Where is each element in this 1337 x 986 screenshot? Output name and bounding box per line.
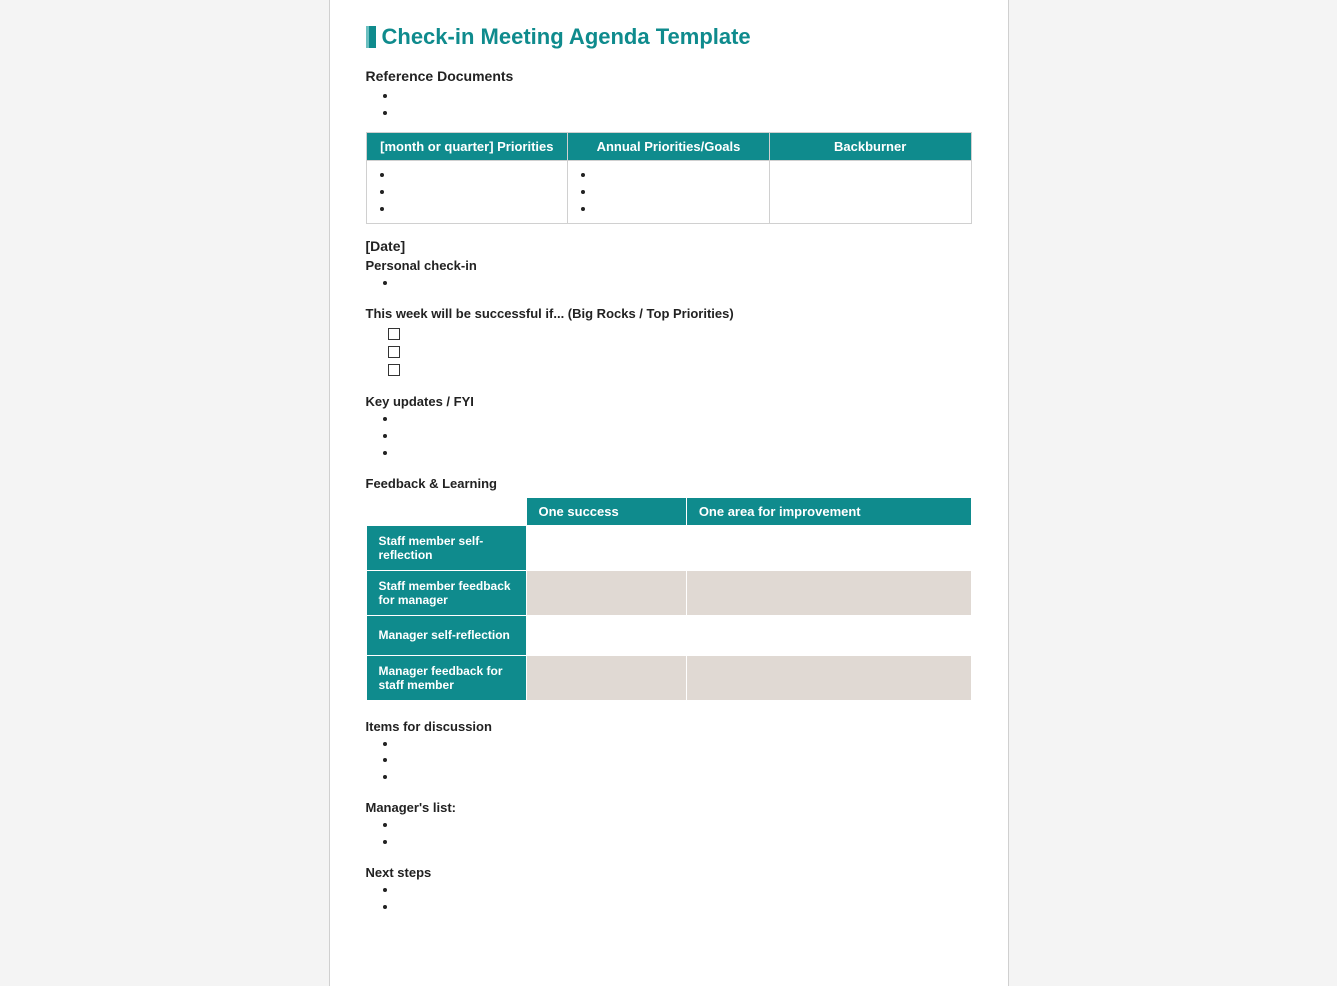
list-item xyxy=(398,769,972,786)
feedback-cell xyxy=(526,525,686,570)
section-personal-checkin: Personal check-in xyxy=(366,258,972,273)
feedback-table: One success One area for improvement Sta… xyxy=(366,497,972,701)
checkbox-item[interactable] xyxy=(388,362,972,380)
feedback-header-improvement: One area for improvement xyxy=(686,497,971,525)
reference-docs-list xyxy=(366,88,972,122)
section-date: [Date] xyxy=(366,238,972,254)
page-title: Check-in Meeting Agenda Template xyxy=(382,24,751,50)
list-item xyxy=(398,428,972,445)
priorities-cell-period xyxy=(366,160,568,224)
priorities-cell-annual xyxy=(568,160,770,224)
feedback-cell xyxy=(526,615,686,655)
section-managers-list: Manager's list: xyxy=(366,800,972,815)
list-item xyxy=(596,184,763,201)
feedback-row-manager-for-staff: Manager feedback for staff member xyxy=(366,655,526,700)
list-item xyxy=(398,445,972,462)
list-item xyxy=(398,899,972,916)
feedback-row-manager-self: Manager self-reflection xyxy=(366,615,526,655)
feedback-header-success: One success xyxy=(526,497,686,525)
section-key-updates: Key updates / FYI xyxy=(366,394,972,409)
feedback-cell xyxy=(686,615,971,655)
successful-if-list xyxy=(366,325,972,380)
section-items-discussion: Items for discussion xyxy=(366,719,972,734)
managers-list xyxy=(366,817,972,851)
list-item xyxy=(398,275,972,292)
list-item xyxy=(398,105,972,122)
list-item xyxy=(398,411,972,428)
priorities-header-period: [month or quarter] Priorities xyxy=(366,132,568,160)
list-item xyxy=(398,88,972,105)
feedback-row-staff-for-manager: Staff member feedback for manager xyxy=(366,570,526,615)
feedback-cell xyxy=(526,655,686,700)
items-discussion-list xyxy=(366,736,972,787)
feedback-cell xyxy=(686,525,971,570)
section-feedback-learning: Feedback & Learning xyxy=(366,476,972,491)
personal-checkin-list xyxy=(366,275,972,292)
list-item xyxy=(596,201,763,218)
priorities-table: [month or quarter] Priorities Annual Pri… xyxy=(366,132,972,225)
feedback-cell xyxy=(686,655,971,700)
priorities-header-annual: Annual Priorities/Goals xyxy=(568,132,770,160)
priorities-header-backburner: Backburner xyxy=(769,132,971,160)
checkbox-item[interactable] xyxy=(388,344,972,362)
bookmark-icon xyxy=(366,26,376,48)
list-item xyxy=(398,736,972,753)
list-item xyxy=(398,834,972,851)
feedback-row-staff-self: Staff member self-reflection xyxy=(366,525,526,570)
section-next-steps: Next steps xyxy=(366,865,972,880)
section-reference-documents: Reference Documents xyxy=(366,68,972,84)
priorities-cell-backburner xyxy=(769,160,971,224)
list-item xyxy=(398,817,972,834)
title-row: Check-in Meeting Agenda Template xyxy=(366,24,972,50)
feedback-header-blank xyxy=(366,497,526,525)
list-item xyxy=(398,882,972,899)
feedback-cell xyxy=(686,570,971,615)
list-item xyxy=(395,167,562,184)
section-successful-if: This week will be successful if... (Big … xyxy=(366,306,972,321)
list-item xyxy=(395,201,562,218)
checkbox-item[interactable] xyxy=(388,325,972,343)
document-page: Check-in Meeting Agenda Template Referen… xyxy=(329,0,1009,986)
key-updates-list xyxy=(366,411,972,462)
list-item xyxy=(398,752,972,769)
list-item xyxy=(395,184,562,201)
list-item xyxy=(596,167,763,184)
feedback-cell xyxy=(526,570,686,615)
next-steps-list xyxy=(366,882,972,916)
